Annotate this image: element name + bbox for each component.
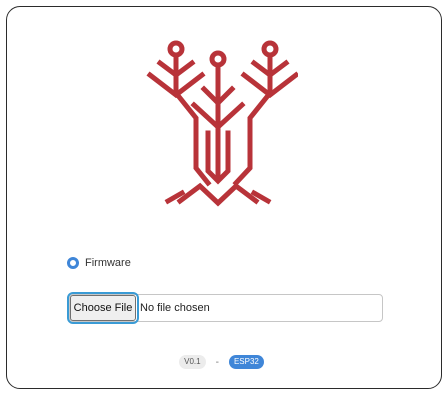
footer-separator: - — [215, 356, 219, 368]
footer: V0.1 - ESP32 — [0, 355, 443, 369]
firmware-file-input[interactable]: Choose File No file chosen — [67, 292, 383, 324]
version-badge: V0.1 — [179, 355, 206, 369]
firmware-label: Firmware — [85, 257, 131, 269]
tree-roots-logo-icon — [146, 40, 298, 207]
chip-badge: ESP32 — [228, 355, 264, 369]
firmware-option[interactable]: Firmware — [67, 256, 131, 270]
choose-file-button[interactable]: Choose File — [67, 292, 139, 324]
file-status-text: No file chosen — [140, 302, 210, 314]
firmware-radio[interactable] — [67, 257, 79, 269]
